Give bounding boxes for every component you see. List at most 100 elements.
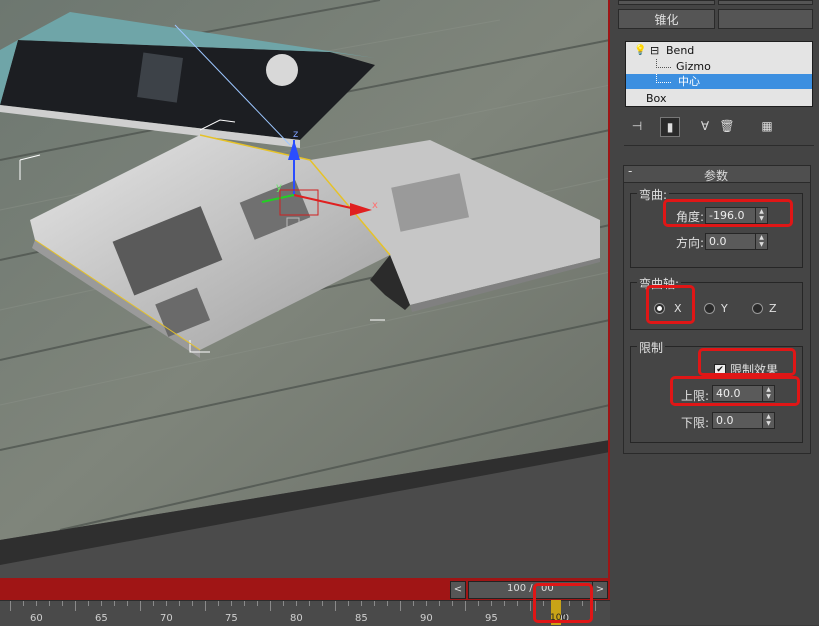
ruler-tick: [478, 601, 479, 606]
rollout-title: 参数: [704, 169, 729, 183]
ruler-tick: [231, 601, 232, 606]
ruler-tick: [322, 601, 323, 606]
highlight-upper-limit: [670, 376, 800, 406]
ruler-tick: [23, 601, 24, 606]
ruler-tick: [504, 601, 505, 606]
ruler-tick: [439, 601, 440, 606]
modifier-stack-toolbar: ⊣ ▮ ∀ 🗑 ▦: [624, 115, 814, 139]
highlight-limit-effect: [698, 348, 796, 376]
ruler-label: 70: [160, 613, 173, 624]
ruler-tick: [114, 601, 115, 606]
configure-modifier-sets-icon[interactable]: ▦: [758, 117, 776, 135]
svg-text:y: y: [276, 182, 282, 193]
lower-limit-value[interactable]: 0.0: [716, 414, 734, 427]
stack-item-label: Gizmo: [676, 60, 711, 73]
ruler-tick: [49, 601, 50, 606]
ruler-label: 75: [225, 613, 238, 624]
ruler-tick: [595, 601, 596, 611]
ruler-tick: [348, 601, 349, 606]
direction-value[interactable]: 0.0: [709, 235, 727, 248]
ruler-tick: [387, 601, 388, 606]
ruler-tick: [36, 601, 37, 606]
highlight-frame-100: [533, 583, 593, 623]
stack-item-bend[interactable]: 💡 ⊟ Bend: [626, 43, 812, 58]
ruler-tick: [127, 601, 128, 606]
ruler-tick: [88, 601, 89, 606]
lower-limit-spinner[interactable]: 0.0 ▲ ▼: [712, 412, 775, 429]
ruler-tick: [75, 601, 76, 611]
ruler-label: 60: [30, 613, 43, 624]
ruler-tick: [153, 601, 154, 606]
stack-item-label: Bend: [666, 44, 695, 57]
direction-spinner[interactable]: 0.0 ▲ ▼: [705, 233, 768, 250]
perspective-viewport[interactable]: z y x: [0, 0, 610, 578]
next-frame-button[interactable]: >: [592, 581, 608, 599]
ruler-tick: [283, 601, 284, 606]
ruler-tick: [257, 601, 258, 606]
pin-stack-icon[interactable]: ⊣: [628, 117, 646, 135]
current-frame-text: 100 /: [507, 583, 533, 594]
axis-y-radio[interactable]: [704, 303, 715, 314]
expand-toggle-icon[interactable]: ⊟: [650, 43, 659, 58]
svg-text:x: x: [372, 200, 378, 211]
ruler-tick: [244, 601, 245, 606]
taper-modifier-button[interactable]: 锥化: [618, 9, 715, 29]
panel-button-top-right[interactable]: [718, 0, 813, 5]
ruler-tick: [296, 601, 297, 606]
tree-connector: [656, 74, 671, 83]
spinner-arrows-icon[interactable]: ▲ ▼: [755, 234, 767, 249]
ruler-tick: [10, 601, 11, 611]
modifier-stack-list[interactable]: 💡 ⊟ Bend Gizmo 中心 Box: [625, 41, 813, 107]
ruler-tick: [101, 601, 102, 606]
divider: [624, 145, 814, 146]
axis-z-radio[interactable]: [752, 303, 763, 314]
direction-label: 方向:: [676, 236, 705, 250]
ruler-tick: [192, 601, 193, 606]
lower-limit-label: 下限:: [681, 416, 710, 430]
ruler-label: 80: [290, 613, 303, 624]
ruler-tick: [374, 601, 375, 606]
remove-modifier-icon[interactable]: 🗑: [718, 117, 736, 135]
ruler-tick: [361, 601, 362, 606]
stack-item-center[interactable]: 中心: [626, 74, 812, 89]
ruler-tick: [530, 601, 531, 611]
panel-button-top-left[interactable]: [618, 0, 715, 5]
stack-item-gizmo[interactable]: Gizmo: [626, 59, 812, 74]
ruler-tick: [62, 601, 63, 606]
highlight-axis-x: [646, 285, 695, 324]
axis-y-label: Y: [721, 302, 728, 315]
ruler-tick: [270, 601, 271, 611]
ruler-label: 65: [95, 613, 108, 624]
stack-item-box[interactable]: Box: [626, 91, 812, 106]
tree-connector: [656, 59, 671, 68]
command-panel: 锥化 💡 ⊟ Bend Gizmo 中心 Box ⊣ ▮ ∀ 🗑 ▦ - 参数 …: [610, 0, 819, 625]
ruler-label: 85: [355, 613, 368, 624]
show-end-result-icon[interactable]: ▮: [660, 117, 680, 137]
ruler-tick: [413, 601, 414, 606]
ruler-tick: [179, 601, 180, 606]
rollout-collapse-icon[interactable]: -: [628, 164, 632, 178]
ruler-tick: [309, 601, 310, 606]
parameters-rollout-header[interactable]: - 参数: [624, 164, 810, 183]
ruler-tick: [166, 601, 167, 606]
make-unique-icon[interactable]: ∀: [696, 117, 714, 135]
ruler-label: 90: [420, 613, 433, 624]
ruler-tick: [400, 601, 401, 611]
svg-text:z: z: [293, 129, 298, 140]
viewport-scene: z y x: [0, 0, 610, 565]
ruler-tick: [140, 601, 141, 611]
stack-item-label: Box: [646, 92, 667, 105]
ruler-tick: [218, 601, 219, 606]
spinner-arrows-icon[interactable]: ▲ ▼: [762, 413, 774, 428]
empty-modifier-button[interactable]: [718, 9, 813, 29]
time-slider[interactable]: < 100 / 00 >: [0, 578, 610, 600]
ruler-label: 95: [485, 613, 498, 624]
highlight-angle-field: [663, 199, 793, 227]
lightbulb-icon[interactable]: 💡: [634, 43, 646, 58]
track-bar-ruler[interactable]: 6065707580859095100: [0, 600, 610, 626]
ruler-tick: [465, 601, 466, 611]
prev-frame-button[interactable]: <: [450, 581, 466, 599]
ruler-tick: [452, 601, 453, 606]
ruler-tick: [335, 601, 336, 611]
limits-group-label: 限制: [637, 339, 666, 356]
